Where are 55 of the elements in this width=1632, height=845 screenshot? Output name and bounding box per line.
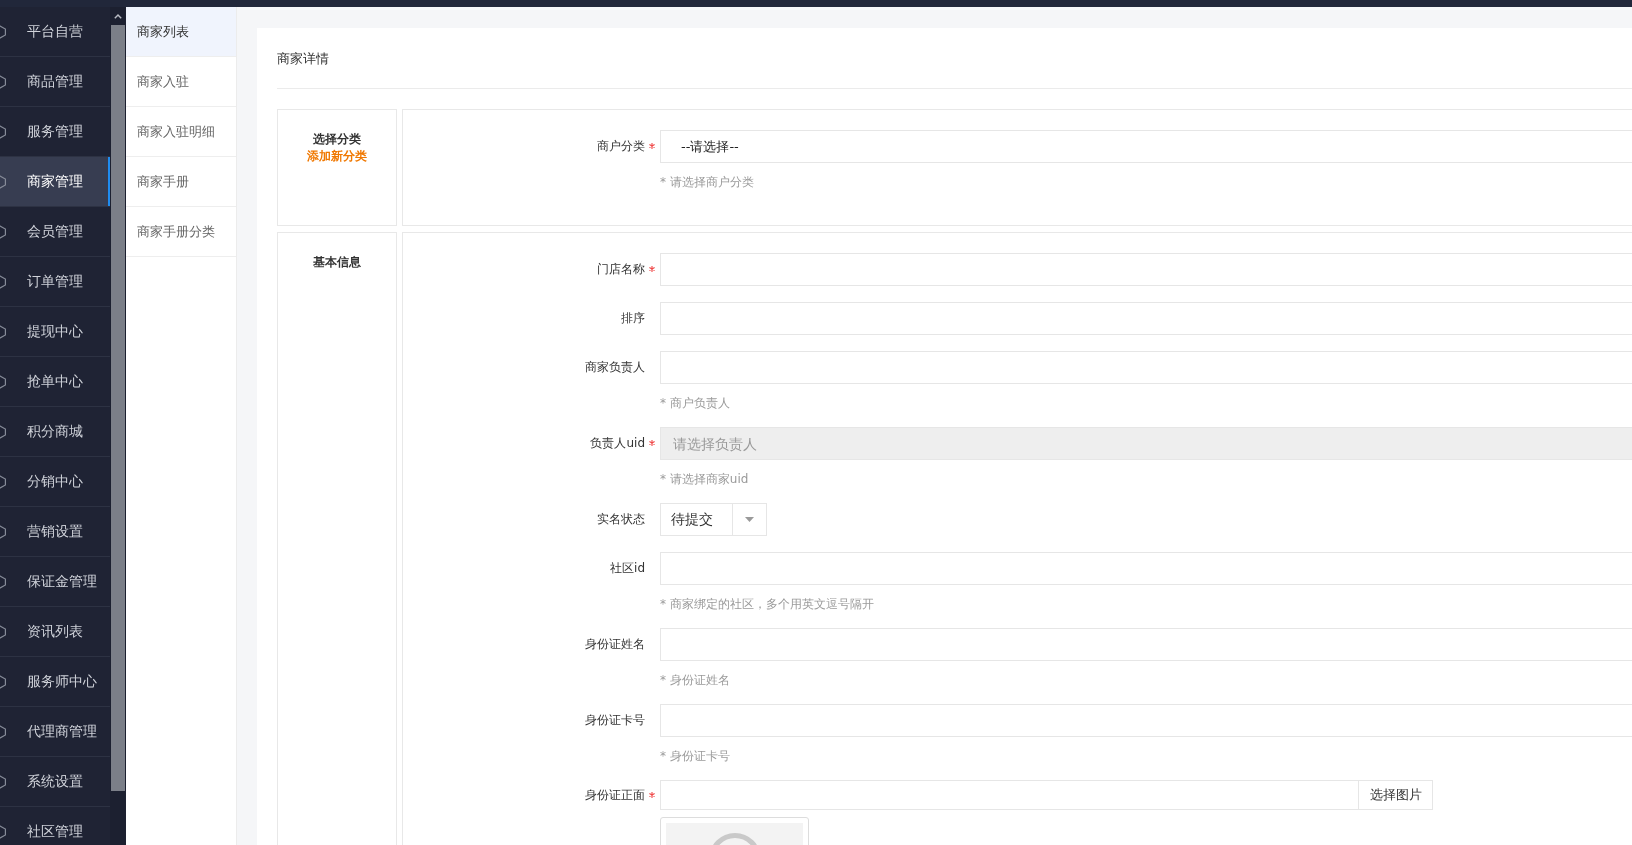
field-label: 门店名称 bbox=[596, 261, 645, 278]
card-title: 商家详情 bbox=[277, 28, 1632, 89]
hexagon-icon bbox=[0, 524, 6, 539]
hexagon-icon bbox=[0, 574, 6, 589]
text-input[interactable] bbox=[660, 253, 1632, 286]
caret-down-icon bbox=[745, 517, 754, 522]
field-hint: * 商户负责人 bbox=[660, 395, 731, 411]
submenu-item[interactable]: 商家入驻明细 bbox=[126, 107, 236, 157]
select-field[interactable]: --请选择-- bbox=[660, 130, 1632, 163]
hexagon-icon bbox=[0, 774, 6, 789]
section-title: 基本信息 bbox=[313, 254, 361, 271]
hexagon-icon bbox=[0, 124, 6, 139]
submenu-item[interactable]: 商家手册分类 bbox=[126, 207, 236, 257]
text-input[interactable] bbox=[660, 552, 1632, 585]
text-input[interactable] bbox=[660, 628, 1632, 661]
field-hint: * 商家绑定的社区，多个用英文逗号隔开 bbox=[660, 596, 875, 612]
scroll-up-icon[interactable] bbox=[114, 13, 122, 19]
hexagon-icon bbox=[0, 424, 6, 439]
field-label: 商户分类 bbox=[596, 138, 645, 155]
field-label: 社区id bbox=[609, 560, 645, 577]
field-hint: * 请选择商家uid bbox=[660, 471, 750, 487]
hexagon-icon bbox=[0, 624, 6, 639]
field-hint: * 身份证姓名 bbox=[660, 672, 731, 688]
status-dropdown[interactable]: 待提交 bbox=[660, 503, 767, 536]
field-hint: * 身份证卡号 bbox=[660, 748, 731, 764]
hexagon-icon bbox=[0, 174, 6, 189]
field-label: 实名状态 bbox=[596, 511, 645, 528]
section-title: 选择分类 bbox=[313, 131, 361, 148]
field-label: 身份证卡号 bbox=[584, 712, 645, 729]
hexagon-icon bbox=[0, 74, 6, 89]
field-label: 排序 bbox=[620, 310, 645, 327]
field-hint: * 请选择商户分类 bbox=[660, 174, 755, 190]
field-label: 商家负责人 bbox=[584, 359, 645, 376]
hexagon-icon bbox=[0, 674, 6, 689]
text-input[interactable] bbox=[660, 351, 1632, 384]
hexagon-icon bbox=[0, 474, 6, 489]
hexagon-icon bbox=[0, 824, 6, 839]
submenu-item[interactable]: 商家入驻 bbox=[126, 57, 236, 107]
submenu-item[interactable]: 商家手册 bbox=[126, 157, 236, 207]
hexagon-icon bbox=[0, 724, 6, 739]
scrollbar-thumb[interactable] bbox=[111, 25, 125, 791]
hexagon-icon bbox=[0, 224, 6, 239]
text-input[interactable] bbox=[660, 704, 1632, 737]
hexagon-icon bbox=[0, 274, 6, 289]
hexagon-icon bbox=[0, 324, 6, 339]
sidebar-item[interactable]: 商家管理 bbox=[0, 157, 110, 207]
submenu-item[interactable]: 商家列表 bbox=[126, 7, 236, 57]
file-path-input[interactable] bbox=[660, 780, 1359, 810]
choose-image-button[interactable]: 选择图片 bbox=[1359, 780, 1433, 810]
hexagon-icon bbox=[0, 24, 6, 39]
field-label: 负责人uid bbox=[589, 435, 645, 452]
hexagon-icon bbox=[0, 374, 6, 389]
text-input[interactable] bbox=[660, 302, 1632, 335]
field-label: 身份证姓名 bbox=[584, 636, 645, 653]
field-label: 身份证正面 bbox=[584, 786, 645, 804]
